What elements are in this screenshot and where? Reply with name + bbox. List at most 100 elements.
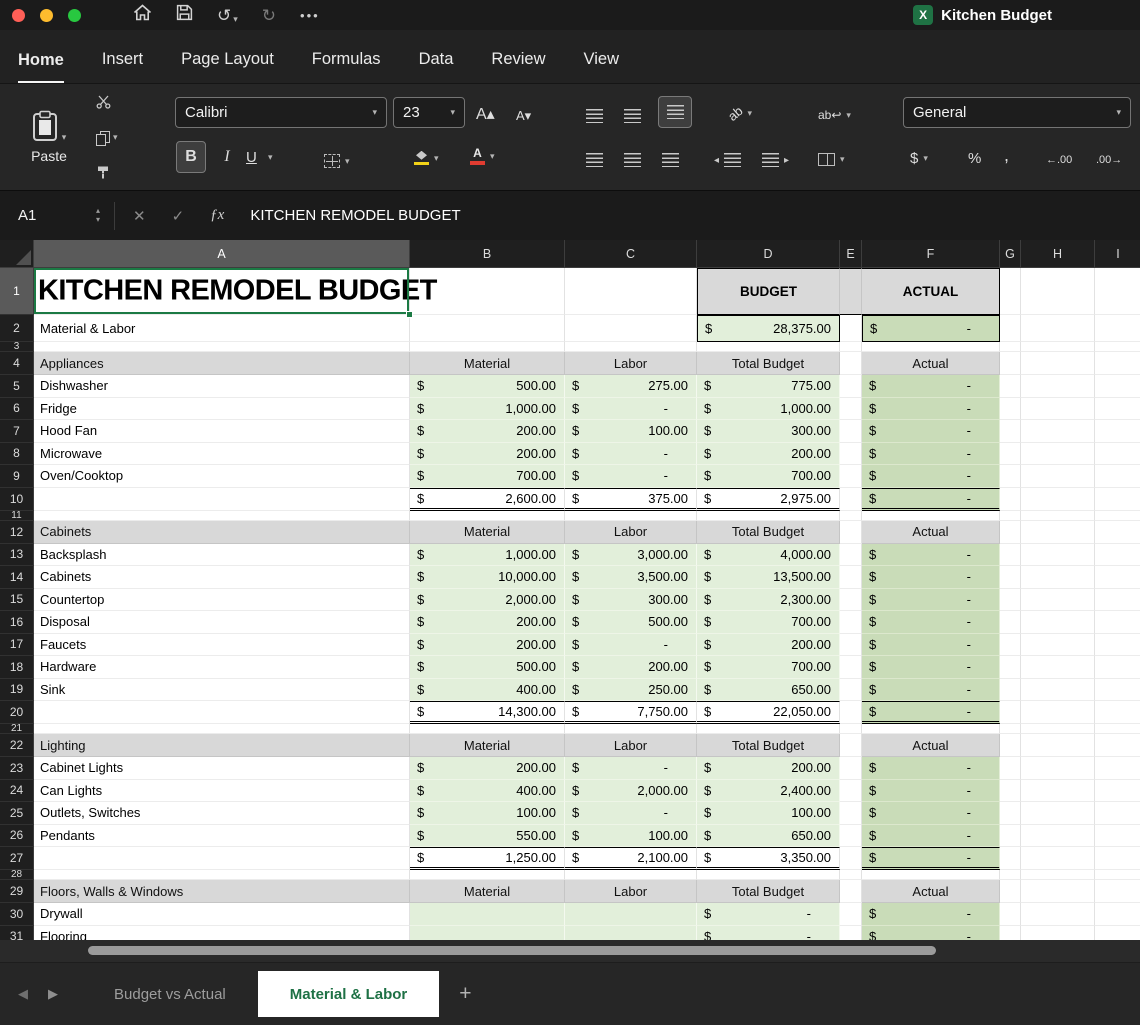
row-header-5[interactable]: 5 xyxy=(0,375,34,398)
cell-H20[interactable] xyxy=(1021,701,1095,724)
cell-D5[interactable]: $775.00 xyxy=(697,375,840,398)
cell-F19[interactable]: $ - xyxy=(862,678,1000,701)
cell-B28[interactable] xyxy=(410,870,565,880)
cell-F3[interactable] xyxy=(862,342,1000,352)
cell-C25[interactable]: $ - xyxy=(565,802,697,825)
cell-I11[interactable] xyxy=(1095,510,1140,521)
cell-C14[interactable]: $3,500.00 xyxy=(565,566,697,589)
cell-F23[interactable]: $ - xyxy=(862,757,1000,780)
align-center-button[interactable] xyxy=(624,146,641,174)
cell-A30[interactable]: Drywall xyxy=(34,903,410,926)
cell-E7[interactable] xyxy=(840,420,862,443)
column-header-I[interactable]: I xyxy=(1095,240,1140,268)
sheet-tab-budget-vs-actual[interactable]: Budget vs Actual xyxy=(82,971,258,1017)
cell-D9[interactable]: $700.00 xyxy=(697,465,840,488)
row-header-14[interactable]: 14 xyxy=(0,566,34,589)
cell-H2[interactable] xyxy=(1021,315,1095,342)
merge-center-button[interactable]: ▾ xyxy=(818,145,845,173)
cell-E29[interactable] xyxy=(840,880,862,903)
cell-I5[interactable] xyxy=(1095,375,1140,398)
ribbon-tab-data[interactable]: Data xyxy=(419,50,454,83)
row-header-20[interactable]: 20 xyxy=(0,701,34,724)
cell-H29[interactable] xyxy=(1021,880,1095,903)
column-header-E[interactable]: E xyxy=(840,240,862,268)
percent-format-button[interactable]: % xyxy=(968,144,981,172)
cell-I2[interactable] xyxy=(1095,315,1140,342)
cell-C11[interactable] xyxy=(565,510,697,521)
row-header-9[interactable]: 9 xyxy=(0,465,34,488)
cell-G9[interactable] xyxy=(1000,465,1021,488)
cell-C1[interactable] xyxy=(565,268,697,315)
cell-B16[interactable]: $200.00 xyxy=(410,611,565,634)
chevron-down-icon[interactable]: ▾ xyxy=(268,153,273,162)
cell-I17[interactable] xyxy=(1095,633,1140,656)
font-name-select[interactable]: Calibri ▾ xyxy=(175,97,387,128)
sheet-nav-left-button[interactable]: ◀ xyxy=(18,986,28,1002)
undo-button[interactable]: ↺ ▾ xyxy=(217,7,238,24)
row-header-6[interactable]: 6 xyxy=(0,397,34,420)
cell-E19[interactable] xyxy=(840,678,862,701)
cell-A11[interactable] xyxy=(34,510,410,521)
cell-A14[interactable]: Cabinets xyxy=(34,566,410,589)
row-header-28[interactable]: 28 xyxy=(0,870,34,880)
cell-H12[interactable] xyxy=(1021,520,1095,544)
cell-D18[interactable]: $700.00 xyxy=(697,656,840,679)
cell-H19[interactable] xyxy=(1021,678,1095,701)
home-button[interactable] xyxy=(133,4,152,26)
cell-C24[interactable]: $2,000.00 xyxy=(565,779,697,802)
cell-B25[interactable]: $100.00 xyxy=(410,802,565,825)
cell-E22[interactable] xyxy=(840,734,862,757)
cell-C12[interactable]: Labor xyxy=(565,520,697,544)
cell-C3[interactable] xyxy=(565,342,697,352)
cell-E21[interactable] xyxy=(840,724,862,734)
decrease-indent-button[interactable]: ◂ xyxy=(714,146,742,174)
formula-input[interactable]: KITCHEN REMODEL BUDGET xyxy=(250,207,460,224)
cell-E1[interactable] xyxy=(840,268,862,315)
column-header-A[interactable]: A xyxy=(34,240,410,268)
cell-F2[interactable]: $ - xyxy=(862,315,1000,342)
cell-D27[interactable]: $3,350.00 xyxy=(697,847,840,870)
row-header-17[interactable]: 17 xyxy=(0,633,34,656)
cell-A15[interactable]: Countertop xyxy=(34,588,410,611)
cell-D13[interactable]: $4,000.00 xyxy=(697,543,840,566)
cell-E28[interactable] xyxy=(840,870,862,880)
cell-G12[interactable] xyxy=(1000,520,1021,544)
cell-C7[interactable]: $100.00 xyxy=(565,420,697,443)
column-header-C[interactable]: C xyxy=(565,240,697,268)
enter-button[interactable]: ✓ xyxy=(172,207,185,225)
cell-E9[interactable] xyxy=(840,465,862,488)
cell-H6[interactable] xyxy=(1021,397,1095,420)
cell-C5[interactable]: $275.00 xyxy=(565,375,697,398)
cell-G19[interactable] xyxy=(1000,678,1021,701)
minimize-window-button[interactable] xyxy=(40,8,53,22)
cell-F26[interactable]: $ - xyxy=(862,824,1000,847)
cell-H11[interactable] xyxy=(1021,510,1095,521)
cell-H24[interactable] xyxy=(1021,779,1095,802)
font-color-button[interactable]: A ▾ xyxy=(470,142,495,170)
cell-A8[interactable]: Microwave xyxy=(34,442,410,465)
cell-A13[interactable]: Backsplash xyxy=(34,543,410,566)
cell-A4[interactable]: Appliances xyxy=(34,352,410,375)
cell-E30[interactable] xyxy=(840,903,862,926)
bold-button[interactable]: B xyxy=(176,141,206,173)
horizontal-scrollbar-thumb[interactable] xyxy=(88,946,936,955)
cell-E16[interactable] xyxy=(840,611,862,634)
cell-E23[interactable] xyxy=(840,757,862,780)
row-header-1[interactable]: 1 xyxy=(0,268,34,315)
row-header-30[interactable]: 30 xyxy=(0,903,34,926)
underline-button[interactable]: U xyxy=(246,143,257,171)
cell-C16[interactable]: $500.00 xyxy=(565,611,697,634)
cell-A25[interactable]: Outlets, Switches xyxy=(34,802,410,825)
cell-H27[interactable] xyxy=(1021,847,1095,870)
cell-H30[interactable] xyxy=(1021,903,1095,926)
cell-D6[interactable]: $1,000.00 xyxy=(697,397,840,420)
row-header-8[interactable]: 8 xyxy=(0,442,34,465)
cell-C17[interactable]: $ - xyxy=(565,633,697,656)
cell-H15[interactable] xyxy=(1021,588,1095,611)
cell-E13[interactable] xyxy=(840,543,862,566)
cell-G7[interactable] xyxy=(1000,420,1021,443)
column-header-H[interactable]: H xyxy=(1021,240,1095,268)
cell-C9[interactable]: $ - xyxy=(565,465,697,488)
cell-E5[interactable] xyxy=(840,375,862,398)
cell-C19[interactable]: $250.00 xyxy=(565,678,697,701)
